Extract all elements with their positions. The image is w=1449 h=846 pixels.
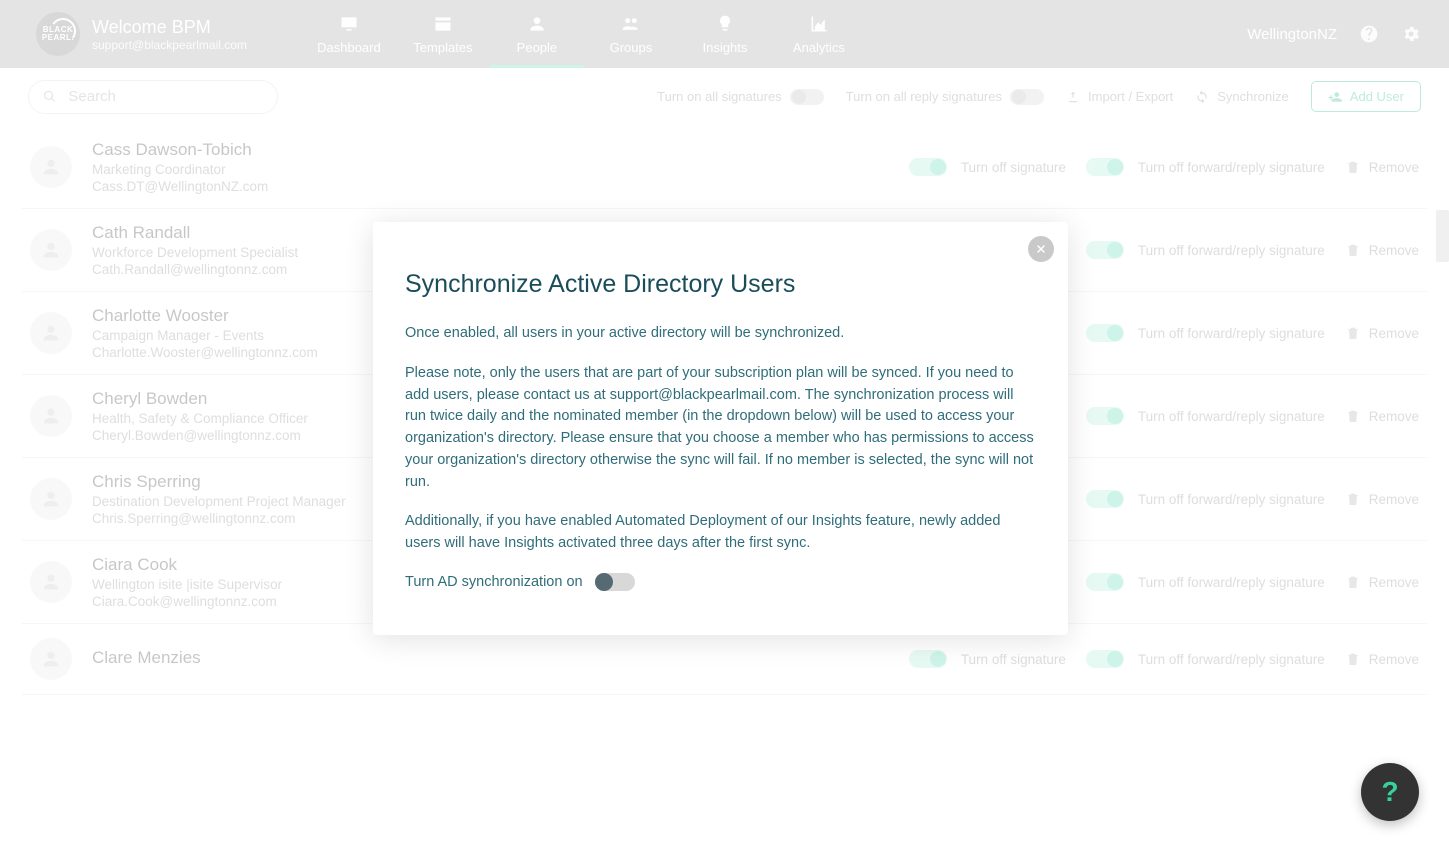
sync-ad-modal: Synchronize Active Directory Users Once … bbox=[373, 222, 1068, 635]
close-icon bbox=[1035, 243, 1047, 255]
modal-title: Synchronize Active Directory Users bbox=[405, 270, 1036, 299]
modal-paragraph: Additionally, if you have enabled Automa… bbox=[405, 511, 1036, 555]
help-bubble[interactable]: ? bbox=[1361, 763, 1419, 821]
ad-sync-toggle[interactable] bbox=[595, 573, 635, 591]
help-bubble-label: ? bbox=[1381, 776, 1398, 808]
ad-sync-toggle-row: Turn AD synchronization on bbox=[405, 573, 1036, 591]
modal-close-button[interactable] bbox=[1028, 236, 1054, 262]
modal-paragraph: Once enabled, all users in your active d… bbox=[405, 323, 1036, 345]
modal-paragraph: Please note, only the users that are par… bbox=[405, 363, 1036, 494]
ad-sync-toggle-label: Turn AD synchronization on bbox=[405, 574, 583, 590]
